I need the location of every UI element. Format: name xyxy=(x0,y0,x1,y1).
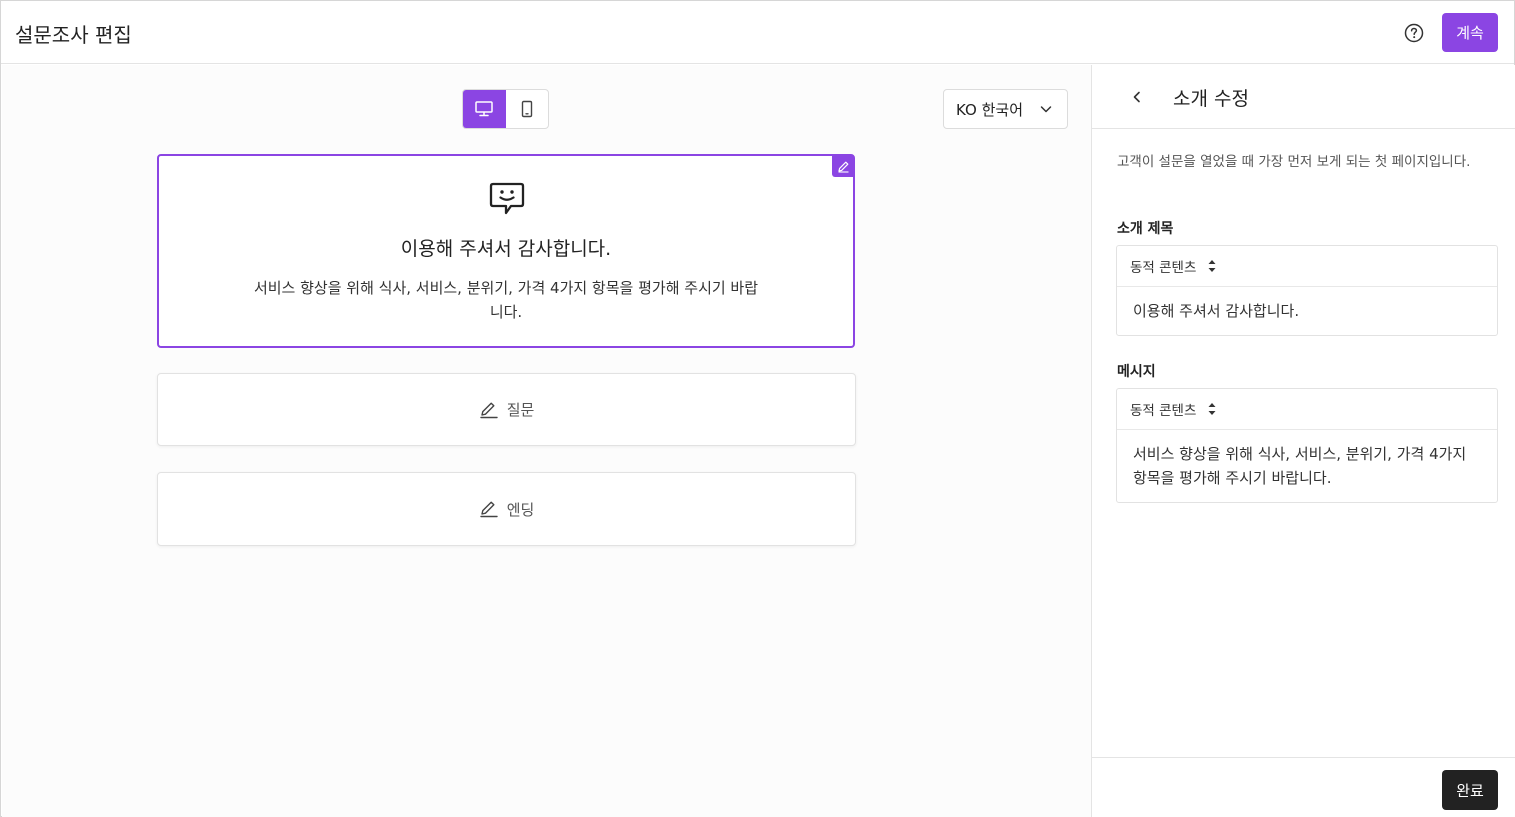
preview-canvas: KO 한국어 이용해 주셔서 감사합니다. 서비스 향상을 위해 식사, 서비스… xyxy=(2,65,1091,817)
phone-icon xyxy=(521,100,532,118)
sort-arrows-icon xyxy=(1206,256,1218,276)
panel-header: 소개 수정 xyxy=(1092,65,1515,129)
intro-message: 서비스 향상을 위해 식사, 서비스, 분위기, 가격 4가지 항목을 평가해 … xyxy=(253,279,759,321)
chat-smile-icon xyxy=(489,182,525,215)
continue-button[interactable]: 계속 xyxy=(1442,13,1498,52)
intro-title-label: 소개 제목 xyxy=(1117,221,1174,237)
intro-card[interactable]: 이용해 주셔서 감사합니다. 서비스 향상을 위해 식사, 서비스, 분위기, … xyxy=(157,154,855,348)
dynamic-content-select[interactable]: 동적 콘텐츠 xyxy=(1117,389,1497,430)
monitor-icon xyxy=(475,101,493,117)
intro-title-field: 동적 콘텐츠 이용해 주셔서 감사합니다. xyxy=(1116,245,1498,336)
panel-footer: 완료 xyxy=(1092,757,1515,817)
pencil-icon xyxy=(479,401,499,419)
device-toggle xyxy=(462,89,549,129)
app-window: 설문조사 편집 계속 KO 한국어 이용해 주셔서 감사합니다. 서비스 향상을… xyxy=(0,0,1515,817)
top-header: 설문조사 편집 계속 xyxy=(1,1,1514,64)
help-button[interactable] xyxy=(1401,20,1427,46)
dynamic-content-label: 동적 콘텐츠 xyxy=(1130,403,1197,419)
sort-arrows-icon xyxy=(1206,399,1218,419)
edit-panel: 소개 수정 고객이 설문을 열었을 때 가장 먼저 보게 되는 첫 페이지입니다… xyxy=(1091,65,1515,817)
questions-section-card[interactable]: 질문 xyxy=(157,373,856,446)
page-title: 설문조사 편집 xyxy=(15,23,132,47)
dynamic-content-label: 동적 콘텐츠 xyxy=(1130,260,1197,276)
panel-title: 소개 수정 xyxy=(1173,88,1249,110)
language-label: KO 한국어 xyxy=(956,100,1023,119)
desktop-view-button[interactable] xyxy=(463,90,506,128)
panel-description: 고객이 설문을 열었을 때 가장 먼저 보게 되는 첫 페이지입니다. xyxy=(1117,154,1471,170)
done-button[interactable]: 완료 xyxy=(1442,770,1498,810)
intro-title: 이용해 주셔서 감사합니다. xyxy=(400,238,612,260)
edit-badge[interactable] xyxy=(832,155,854,177)
pencil-icon xyxy=(479,500,499,518)
dynamic-content-select[interactable]: 동적 콘텐츠 xyxy=(1117,246,1497,287)
question-circle-icon xyxy=(1404,23,1424,43)
message-value[interactable]: 서비스 향상을 위해 식사, 서비스, 분위기, 가격 4가지 항목을 평가해 … xyxy=(1117,430,1497,502)
ending-label: 엔딩 xyxy=(506,500,535,519)
chevron-down-icon xyxy=(1040,106,1052,113)
intro-title-value[interactable]: 이용해 주셔서 감사합니다. xyxy=(1117,287,1497,335)
message-field: 동적 콘텐츠 서비스 향상을 위해 식사, 서비스, 분위기, 가격 4가지 항… xyxy=(1116,388,1498,503)
pencil-icon xyxy=(837,161,848,173)
language-select[interactable]: KO 한국어 xyxy=(943,89,1068,129)
mobile-view-button[interactable] xyxy=(506,90,549,128)
message-label: 메시지 xyxy=(1117,364,1156,380)
chevron-left-icon xyxy=(1133,91,1140,103)
questions-label: 질문 xyxy=(506,401,535,419)
ending-section-card[interactable]: 엔딩 xyxy=(157,472,856,546)
back-button[interactable] xyxy=(1126,86,1148,108)
